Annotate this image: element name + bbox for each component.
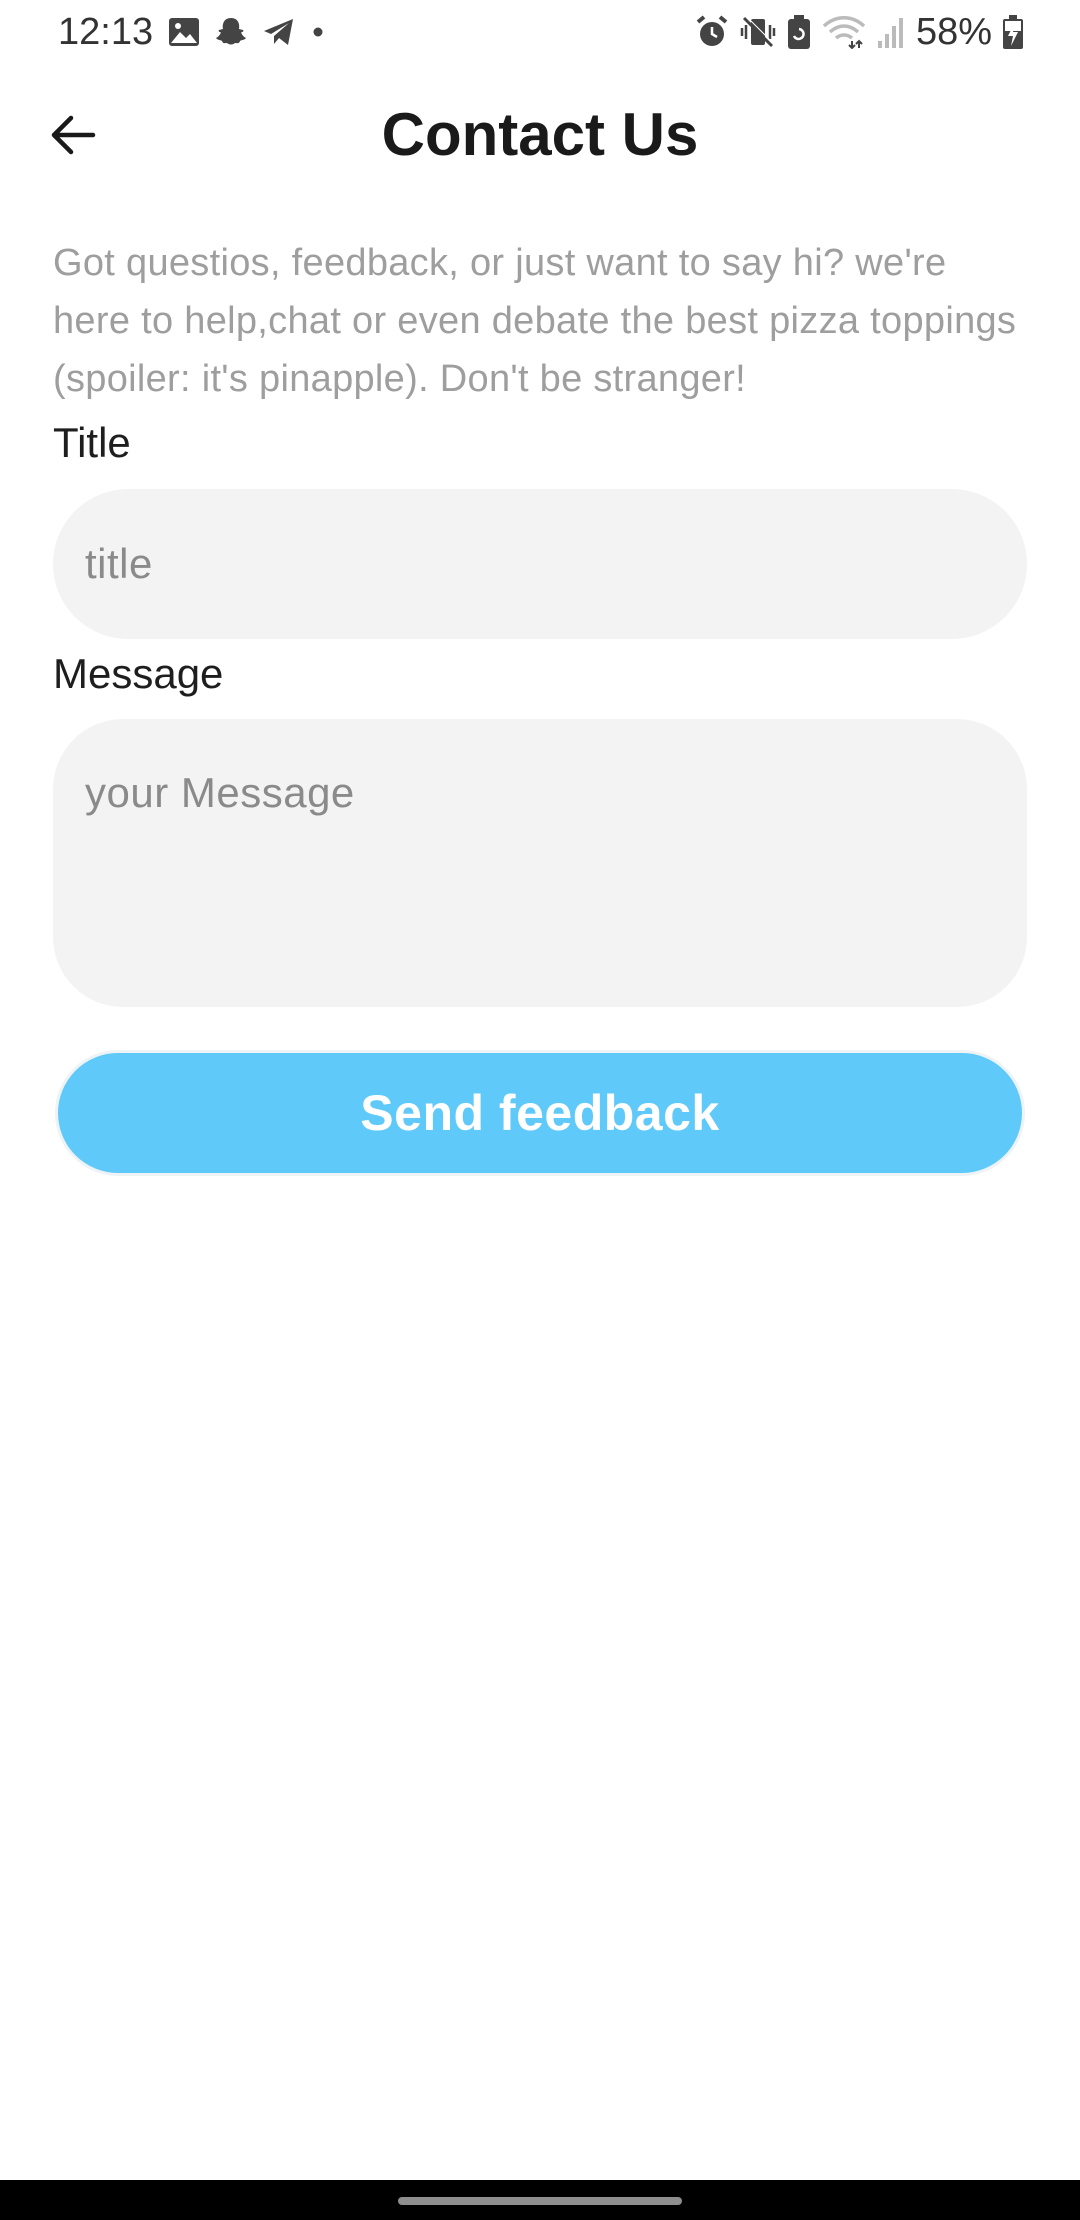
vibrate-mute-icon xyxy=(740,14,776,50)
status-notification-icons xyxy=(168,12,326,52)
contact-us-screen: 12:13 58% Contact Us Got questios, feedb… xyxy=(0,0,1080,2220)
dot-icon xyxy=(310,24,326,40)
battery-charging-icon xyxy=(1002,14,1024,50)
message-label: Message xyxy=(53,650,224,697)
wifi-icon xyxy=(822,15,866,49)
telegram-icon xyxy=(262,17,296,47)
message-input[interactable] xyxy=(53,719,1027,1007)
send-feedback-button[interactable]: Send feedback xyxy=(55,1050,1025,1176)
status-system-icons: 58% xyxy=(694,10,1024,54)
send-feedback-label: Send feedback xyxy=(360,1085,720,1141)
battery-saver-icon xyxy=(786,14,812,50)
app-bar: Contact Us xyxy=(0,80,1080,190)
navigation-bar xyxy=(0,2180,1080,2220)
intro-text: Got questios, feedback, or just want to … xyxy=(53,242,1017,400)
signal-icon xyxy=(876,15,906,49)
battery-percent: 58% xyxy=(915,11,992,53)
gallery-icon xyxy=(168,17,200,47)
snapchat-icon xyxy=(214,15,248,49)
title-label: Title xyxy=(53,419,131,466)
home-indicator[interactable] xyxy=(398,2197,682,2205)
status-bar: 12:13 58% xyxy=(0,0,1080,64)
status-time: 12:13 xyxy=(58,11,154,53)
page-title: Contact Us xyxy=(381,101,699,168)
title-input[interactable] xyxy=(53,489,1027,639)
alarm-icon xyxy=(694,14,730,50)
